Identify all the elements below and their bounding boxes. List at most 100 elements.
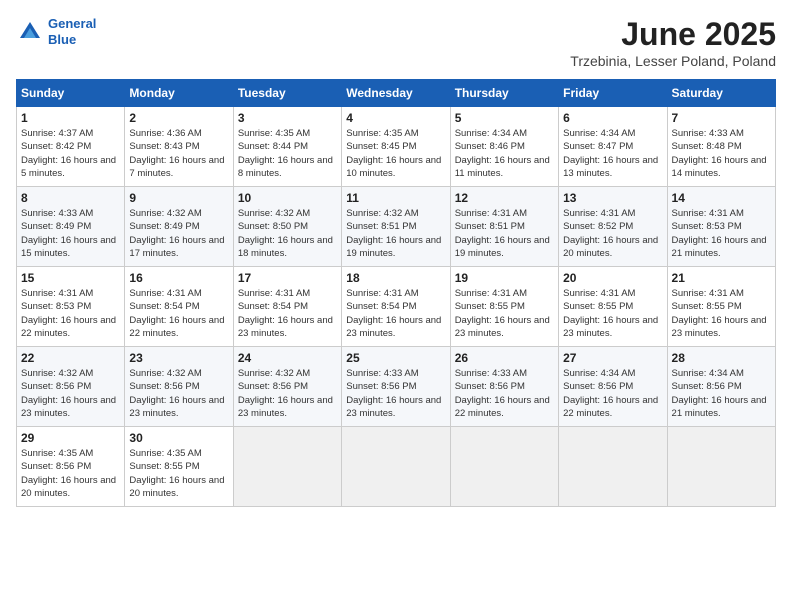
day-number: 18	[346, 271, 445, 285]
calendar-cell: 21 Sunrise: 4:31 AMSunset: 8:55 PMDayligh…	[667, 267, 775, 347]
page-header: General Blue June 2025 Trzebinia, Lesser…	[16, 16, 776, 69]
calendar-cell: 10 Sunrise: 4:32 AMSunset: 8:50 PMDayligh…	[233, 187, 341, 267]
calendar-cell: 17 Sunrise: 4:31 AMSunset: 8:54 PMDayligh…	[233, 267, 341, 347]
day-info: Sunrise: 4:31 AMSunset: 8:55 PMDaylight:…	[672, 287, 771, 340]
day-number: 8	[21, 191, 120, 205]
calendar-cell: 25 Sunrise: 4:33 AMSunset: 8:56 PMDayligh…	[342, 347, 450, 427]
logo-general: General	[48, 16, 96, 31]
calendar-cell: 24 Sunrise: 4:32 AMSunset: 8:56 PMDayligh…	[233, 347, 341, 427]
calendar-cell: 9 Sunrise: 4:32 AMSunset: 8:49 PMDaylight…	[125, 187, 233, 267]
day-info: Sunrise: 4:32 AMSunset: 8:56 PMDaylight:…	[238, 367, 337, 420]
day-number: 4	[346, 111, 445, 125]
calendar-cell	[450, 427, 558, 507]
day-number: 1	[21, 111, 120, 125]
day-number: 7	[672, 111, 771, 125]
calendar-cell: 19 Sunrise: 4:31 AMSunset: 8:55 PMDayligh…	[450, 267, 558, 347]
day-info: Sunrise: 4:33 AMSunset: 8:56 PMDaylight:…	[455, 367, 554, 420]
day-info: Sunrise: 4:36 AMSunset: 8:43 PMDaylight:…	[129, 127, 228, 180]
day-number: 15	[21, 271, 120, 285]
day-info: Sunrise: 4:34 AMSunset: 8:46 PMDaylight:…	[455, 127, 554, 180]
col-header-friday: Friday	[559, 80, 667, 107]
day-number: 21	[672, 271, 771, 285]
calendar-cell: 18 Sunrise: 4:31 AMSunset: 8:54 PMDayligh…	[342, 267, 450, 347]
day-number: 2	[129, 111, 228, 125]
day-info: Sunrise: 4:34 AMSunset: 8:56 PMDaylight:…	[672, 367, 771, 420]
day-number: 10	[238, 191, 337, 205]
day-info: Sunrise: 4:32 AMSunset: 8:56 PMDaylight:…	[129, 367, 228, 420]
day-number: 29	[21, 431, 120, 445]
logo: General Blue	[16, 16, 96, 47]
location-title: Trzebinia, Lesser Poland, Poland	[570, 53, 776, 69]
col-header-monday: Monday	[125, 80, 233, 107]
calendar-cell: 22 Sunrise: 4:32 AMSunset: 8:56 PMDayligh…	[17, 347, 125, 427]
day-number: 28	[672, 351, 771, 365]
day-info: Sunrise: 4:35 AMSunset: 8:44 PMDaylight:…	[238, 127, 337, 180]
day-info: Sunrise: 4:31 AMSunset: 8:52 PMDaylight:…	[563, 207, 662, 260]
day-number: 17	[238, 271, 337, 285]
day-number: 9	[129, 191, 228, 205]
day-info: Sunrise: 4:31 AMSunset: 8:51 PMDaylight:…	[455, 207, 554, 260]
calendar-cell: 6Sunrise: 4:34 AMSunset: 8:47 PMDaylight…	[559, 107, 667, 187]
day-info: Sunrise: 4:32 AMSunset: 8:50 PMDaylight:…	[238, 207, 337, 260]
calendar-cell: 16Sunrise: 4:31 AMSunset: 8:54 PMDayligh…	[125, 267, 233, 347]
calendar-cell: 29Sunrise: 4:35 AMSunset: 8:56 PMDayligh…	[17, 427, 125, 507]
day-info: Sunrise: 4:37 AMSunset: 8:42 PMDaylight:…	[21, 127, 120, 180]
calendar-week-row: 15Sunrise: 4:31 AMSunset: 8:53 PMDayligh…	[17, 267, 776, 347]
calendar-cell: 1 Sunrise: 4:37 AMSunset: 8:42 PMDaylight…	[17, 107, 125, 187]
day-info: Sunrise: 4:31 AMSunset: 8:55 PMDaylight:…	[455, 287, 554, 340]
title-area: June 2025 Trzebinia, Lesser Poland, Pola…	[570, 16, 776, 69]
day-number: 20	[563, 271, 662, 285]
calendar-cell	[342, 427, 450, 507]
calendar-cell: 2 Sunrise: 4:36 AMSunset: 8:43 PMDaylight…	[125, 107, 233, 187]
calendar-week-row: 29Sunrise: 4:35 AMSunset: 8:56 PMDayligh…	[17, 427, 776, 507]
day-number: 27	[563, 351, 662, 365]
calendar-cell: 15Sunrise: 4:31 AMSunset: 8:53 PMDayligh…	[17, 267, 125, 347]
day-info: Sunrise: 4:31 AMSunset: 8:54 PMDaylight:…	[238, 287, 337, 340]
day-number: 12	[455, 191, 554, 205]
day-number: 23	[129, 351, 228, 365]
calendar-header-row: SundayMondayTuesdayWednesdayThursdayFrid…	[17, 80, 776, 107]
day-info: Sunrise: 4:31 AMSunset: 8:54 PMDaylight:…	[129, 287, 228, 340]
day-info: Sunrise: 4:35 AMSunset: 8:55 PMDaylight:…	[129, 447, 228, 500]
calendar-cell: 5Sunrise: 4:34 AMSunset: 8:46 PMDaylight…	[450, 107, 558, 187]
calendar-cell: 3 Sunrise: 4:35 AMSunset: 8:44 PMDaylight…	[233, 107, 341, 187]
day-info: Sunrise: 4:33 AMSunset: 8:56 PMDaylight:…	[346, 367, 445, 420]
day-info: Sunrise: 4:32 AMSunset: 8:51 PMDaylight:…	[346, 207, 445, 260]
calendar-cell	[233, 427, 341, 507]
logo-icon	[16, 18, 44, 46]
day-info: Sunrise: 4:34 AMSunset: 8:56 PMDaylight:…	[563, 367, 662, 420]
col-header-thursday: Thursday	[450, 80, 558, 107]
calendar-cell	[559, 427, 667, 507]
day-number: 3	[238, 111, 337, 125]
calendar-cell: 14Sunrise: 4:31 AMSunset: 8:53 PMDayligh…	[667, 187, 775, 267]
day-info: Sunrise: 4:32 AMSunset: 8:56 PMDaylight:…	[21, 367, 120, 420]
day-info: Sunrise: 4:33 AMSunset: 8:49 PMDaylight:…	[21, 207, 120, 260]
calendar-cell: 11Sunrise: 4:32 AMSunset: 8:51 PMDayligh…	[342, 187, 450, 267]
calendar-cell: 8 Sunrise: 4:33 AMSunset: 8:49 PMDaylight…	[17, 187, 125, 267]
day-info: Sunrise: 4:31 AMSunset: 8:55 PMDaylight:…	[563, 287, 662, 340]
calendar-cell: 30 Sunrise: 4:35 AMSunset: 8:55 PMDayligh…	[125, 427, 233, 507]
col-header-sunday: Sunday	[17, 80, 125, 107]
day-number: 19	[455, 271, 554, 285]
day-number: 26	[455, 351, 554, 365]
calendar-week-row: 8 Sunrise: 4:33 AMSunset: 8:49 PMDaylight…	[17, 187, 776, 267]
day-number: 30	[129, 431, 228, 445]
calendar-cell: 28 Sunrise: 4:34 AMSunset: 8:56 PMDayligh…	[667, 347, 775, 427]
day-info: Sunrise: 4:32 AMSunset: 8:49 PMDaylight:…	[129, 207, 228, 260]
calendar-cell: 13Sunrise: 4:31 AMSunset: 8:52 PMDayligh…	[559, 187, 667, 267]
calendar-cell: 4 Sunrise: 4:35 AMSunset: 8:45 PMDaylight…	[342, 107, 450, 187]
day-info: Sunrise: 4:31 AMSunset: 8:54 PMDaylight:…	[346, 287, 445, 340]
day-info: Sunrise: 4:34 AMSunset: 8:47 PMDaylight:…	[563, 127, 662, 180]
day-number: 24	[238, 351, 337, 365]
day-info: Sunrise: 4:35 AMSunset: 8:45 PMDaylight:…	[346, 127, 445, 180]
month-title: June 2025	[570, 16, 776, 53]
calendar-cell: 23 Sunrise: 4:32 AMSunset: 8:56 PMDayligh…	[125, 347, 233, 427]
calendar-cell: 12 Sunrise: 4:31 AMSunset: 8:51 PMDayligh…	[450, 187, 558, 267]
calendar-cell: 26 Sunrise: 4:33 AMSunset: 8:56 PMDayligh…	[450, 347, 558, 427]
col-header-wednesday: Wednesday	[342, 80, 450, 107]
day-number: 22	[21, 351, 120, 365]
day-number: 25	[346, 351, 445, 365]
col-header-saturday: Saturday	[667, 80, 775, 107]
day-info: Sunrise: 4:33 AMSunset: 8:48 PMDaylight:…	[672, 127, 771, 180]
calendar-week-row: 22 Sunrise: 4:32 AMSunset: 8:56 PMDayligh…	[17, 347, 776, 427]
